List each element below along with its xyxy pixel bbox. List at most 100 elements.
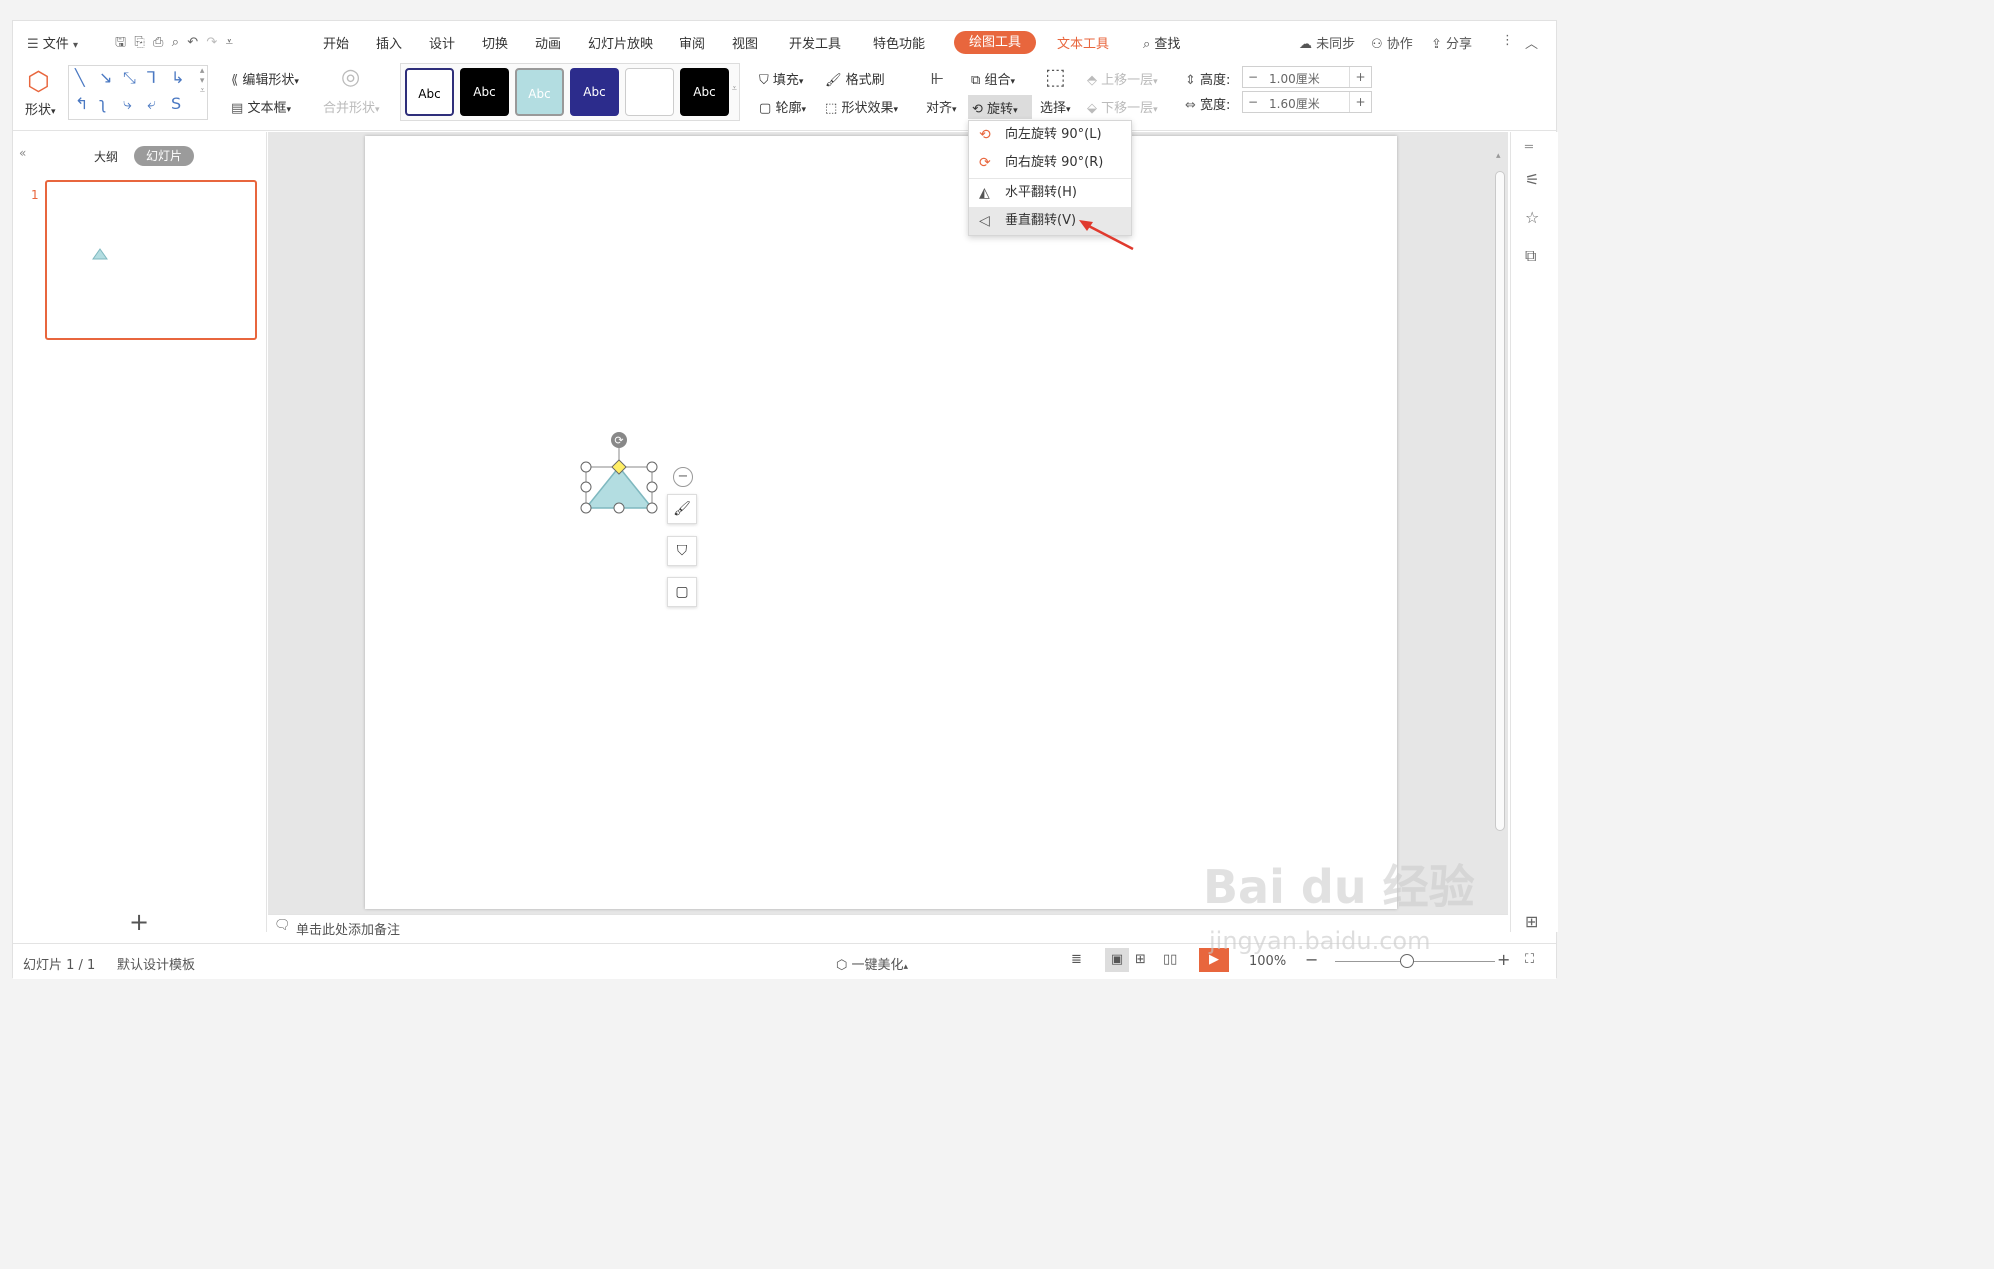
style-light-teal[interactable]: Abc (515, 68, 564, 116)
curve-connector-icon[interactable]: ʅ (99, 94, 106, 113)
tab-animation[interactable]: 动画 (535, 33, 561, 52)
curve-arrow-icon[interactable]: ⤷ (123, 94, 132, 114)
select-icon[interactable]: ⬚ (1045, 65, 1066, 90)
merge-shape-button[interactable]: 合并形状▾ (323, 97, 380, 116)
style-black[interactable]: Abc (460, 68, 509, 116)
collapse-ribbon-icon[interactable]: ︿ (1525, 33, 1538, 52)
print-icon[interactable]: ⎙ (153, 35, 163, 50)
save-icon[interactable]: 🖫 (115, 35, 126, 50)
animation-star-icon[interactable]: ☆ (1525, 208, 1539, 227)
fit-window-icon[interactable]: ⛶ (1525, 952, 1534, 967)
sorter-view-icon[interactable]: ⊞ (1135, 952, 1146, 967)
reading-view-icon[interactable]: ▯▯ (1163, 952, 1177, 967)
share-button[interactable]: ⇪ 分享 (1431, 33, 1472, 52)
tab-slideshow[interactable]: 幻灯片放映 (588, 33, 653, 52)
width-field[interactable]: − 1.60厘米 + (1242, 91, 1372, 113)
slide-canvas[interactable]: ⟳ − 🖌 ⛉ ▢ (365, 136, 1397, 909)
tab-special[interactable]: 特色功能 (873, 33, 925, 52)
slide-thumbnail[interactable] (45, 180, 257, 340)
arrow-icon[interactable]: ↘ (99, 68, 112, 87)
customize-icon[interactable]: ⩡ (226, 35, 233, 50)
preview-icon[interactable]: ⌕ (172, 35, 179, 50)
outline-float-button[interactable]: ▢ (667, 577, 697, 607)
group-button[interactable]: ⧉ 组合▾ (971, 69, 1015, 88)
redo-icon[interactable]: ↷ (206, 35, 217, 50)
zoom-slider-handle[interactable] (1400, 954, 1414, 968)
beautify-button[interactable]: ⬡ 一键美化▴ (836, 954, 908, 973)
tab-review[interactable]: 审阅 (679, 33, 705, 52)
shape-button[interactable]: 形状▾ (25, 99, 56, 118)
notes-placeholder[interactable]: 单击此处添加备注 (296, 919, 400, 938)
scroll-up-icon[interactable]: ▴ (1496, 151, 1501, 161)
text-box-button[interactable]: ▤ 文本框▾ (231, 97, 291, 116)
normal-view-icon[interactable]: ▣ (1105, 948, 1129, 972)
freeform-icon[interactable]: S (171, 94, 181, 113)
rotate-right-item[interactable]: ⟳ 向右旋转 90°(R) (969, 149, 1131, 177)
search-button[interactable]: ⌕ 查找 (1143, 33, 1180, 52)
height-value[interactable]: 1.00厘米 (1269, 70, 1320, 87)
width-decrease-button[interactable]: − (1243, 92, 1263, 112)
sync-button[interactable]: ☁ 未同步 (1299, 33, 1355, 52)
line-icon[interactable]: ╲ (75, 68, 85, 87)
double-arrow-icon[interactable]: ⤡ (123, 68, 136, 88)
format-painter-button[interactable]: 🖌 格式刷 (825, 69, 885, 88)
tab-insert[interactable]: 插入 (376, 33, 402, 52)
scrollbar-thumb[interactable] (1495, 171, 1505, 831)
style-dark-blue[interactable]: Abc (570, 68, 619, 116)
collapse-float-icon[interactable]: − (673, 467, 693, 487)
send-backward-button[interactable]: ⬙ 下移一层▾ (1087, 97, 1158, 116)
style-outline-blue[interactable]: Abc (405, 68, 454, 116)
grid-view-icon[interactable]: ⊞ (1525, 912, 1538, 931)
more-icon[interactable]: ⋮ (1501, 33, 1514, 48)
shape-icon[interactable]: ⬡ (27, 67, 50, 97)
transform-icon[interactable]: ⧉ (1525, 246, 1536, 266)
tab-start[interactable]: 开始 (323, 33, 349, 52)
collapse-panel-icon[interactable]: « (19, 146, 26, 160)
elbow-double-icon[interactable]: ↰ (75, 94, 88, 113)
select-button[interactable]: 选择▾ (1040, 97, 1071, 116)
tab-developer[interactable]: 开发工具 (789, 33, 841, 52)
align-icon[interactable]: ⫦ (931, 65, 943, 90)
fill-button[interactable]: ⛉ 填充▾ (759, 69, 803, 88)
curve-double-icon[interactable]: ⤶ (147, 94, 156, 114)
elbow-arrow-icon[interactable]: ↳ (171, 68, 184, 87)
template-name[interactable]: 默认设计模板 (117, 954, 195, 973)
bring-forward-button[interactable]: ⬘ 上移一层▾ (1087, 69, 1158, 88)
align-button[interactable]: 对齐▾ (926, 97, 957, 116)
tab-text-tools[interactable]: 文本工具 (1057, 33, 1109, 52)
notes-toggle-icon[interactable]: ≣ (1071, 952, 1082, 967)
tab-transition[interactable]: 切换 (482, 33, 508, 52)
tab-outline[interactable]: 大纲 (94, 148, 118, 165)
merge-shape-icon[interactable]: ◎ (341, 65, 360, 90)
undo-icon[interactable]: ↶ (187, 35, 198, 50)
fill-float-button[interactable]: ⛉ (667, 536, 697, 566)
outline-button[interactable]: ▢ 轮廓▾ (759, 97, 806, 116)
rotate-button[interactable]: ⟲ 旋转▾ (968, 95, 1032, 119)
width-increase-button[interactable]: + (1349, 92, 1371, 112)
shape-effect-button[interactable]: ⬚ 形状效果▾ (825, 97, 898, 116)
style-white[interactable] (625, 68, 674, 116)
width-value[interactable]: 1.60厘米 (1269, 95, 1320, 112)
shape-style-float-button[interactable]: 🖌 (667, 494, 697, 524)
tab-drawing-tools[interactable]: 绘图工具 (954, 31, 1036, 54)
vertical-scrollbar[interactable]: ▴ (1495, 151, 1507, 831)
line-shapes-gallery[interactable]: ╲ ↘ ⤡ ⅂ ↳ ↰ ʅ ⤷ ⤶ S ▴ ▾ ⩡ (68, 65, 208, 120)
tab-slides[interactable]: 幻灯片 (134, 146, 194, 166)
height-decrease-button[interactable]: − (1243, 67, 1263, 87)
height-field[interactable]: − 1.00厘米 + (1242, 66, 1372, 88)
format-icon[interactable]: ⎘ (134, 35, 144, 50)
gallery-scroll-icon[interactable]: ▴ ▾ ⩡ (200, 66, 205, 96)
flip-horizontal-item[interactable]: ◭ 水平翻转(H) (969, 179, 1131, 207)
style-black-2[interactable]: Abc (680, 68, 729, 116)
zoom-in-icon[interactable]: + (1497, 950, 1510, 969)
file-menu[interactable]: ☰ 文件 ▾ (27, 33, 78, 52)
zoom-level[interactable]: 100% (1249, 954, 1286, 969)
edit-shape-button[interactable]: ⟪ 编辑形状▾ (231, 69, 299, 88)
elbow-connector-icon[interactable]: ⅂ (147, 68, 156, 87)
rotate-left-item[interactable]: ⟲ 向左旋转 90°(L) (969, 121, 1131, 149)
add-slide-button[interactable]: + (129, 908, 149, 936)
selected-triangle-shape[interactable]: ⟳ (579, 428, 669, 518)
height-increase-button[interactable]: + (1349, 67, 1371, 87)
tab-design[interactable]: 设计 (429, 33, 455, 52)
style-more-icon[interactable]: ⩡ (732, 84, 737, 94)
